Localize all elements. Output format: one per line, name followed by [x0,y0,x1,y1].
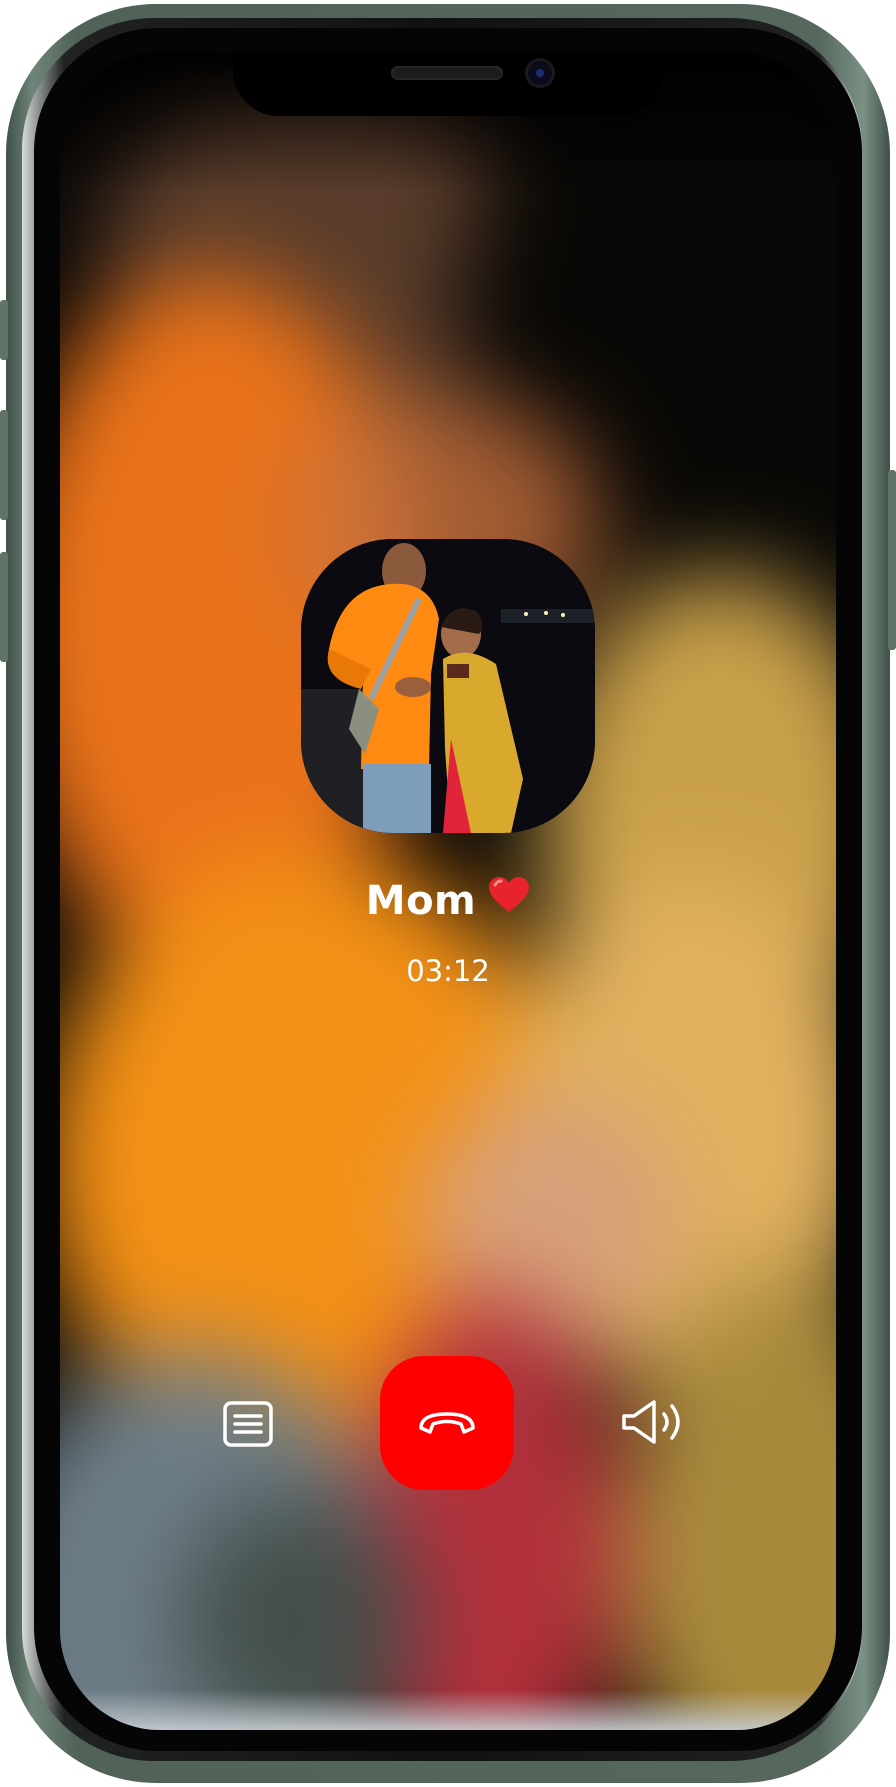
earpiece-speaker [391,66,503,80]
caller-name-text: Mom [365,878,477,924]
caller-avatar [301,539,595,833]
volume-down-button [0,552,8,662]
bottom-edge-glow [60,1690,836,1730]
speaker-button[interactable] [616,1390,696,1454]
call-screen: Mom 03:12 [60,52,836,1730]
notes-button[interactable] [218,1394,278,1454]
mute-switch [0,300,8,360]
end-call-button[interactable] [380,1356,514,1490]
notes-icon [223,1401,273,1447]
phone-hangup-icon [419,1412,475,1434]
heart-icon [488,876,530,924]
front-camera [528,61,552,85]
power-button [888,470,896,650]
volume-up-button [0,410,8,520]
speaker-icon [622,1400,680,1444]
call-duration: 03:12 [406,954,490,988]
caller-name: Mom [60,876,836,924]
notch [233,52,663,116]
